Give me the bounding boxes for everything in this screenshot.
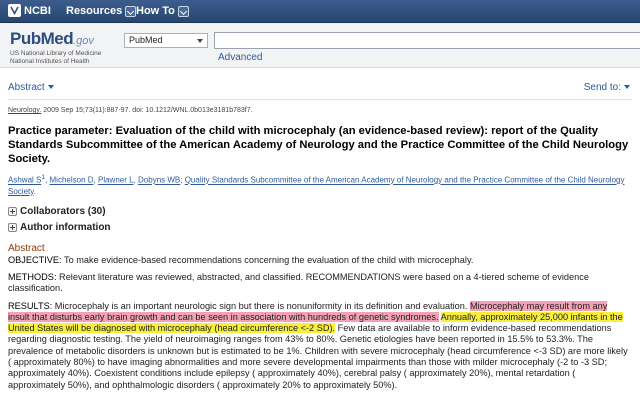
divider [8, 99, 632, 100]
objective-label: OBJECTIVE: [8, 254, 62, 265]
author-information-label: Author information [20, 221, 111, 233]
search-header: PubMed.gov US National Library of Medici… [0, 23, 640, 68]
send-to-dropdown[interactable]: Send to: [584, 82, 630, 93]
pubmed-logo[interactable]: PubMed.gov US National Library of Medici… [10, 29, 101, 65]
article-title: Practice parameter: Evaluation of the ch… [8, 125, 629, 165]
collaborators-toggle[interactable]: Collaborators (30) [8, 206, 630, 217]
objective-text: To make evidence-based recommendations c… [61, 254, 474, 265]
objective-paragraph: OBJECTIVE: To make evidence-based recomm… [8, 255, 630, 266]
citation-details: 2009 Sep 15;73(11):887-97. doi: 10.1212/… [41, 107, 253, 114]
expand-plus-icon [8, 222, 17, 232]
nih-label: National Institutes of Health [10, 58, 90, 65]
article-content: Neurology. 2009 Sep 15;73(11):887-97. do… [8, 107, 630, 391]
chevron-down-icon [47, 85, 54, 89]
author-link[interactable]: Dobyns WB [138, 176, 180, 185]
citation-line: Neurology. 2009 Sep 15;73(11):887-97. do… [8, 107, 630, 114]
ncbi-logo-icon [8, 4, 21, 17]
search-input[interactable] [214, 32, 640, 49]
advanced-search-link[interactable]: Advanced [218, 52, 262, 63]
ncbi-top-bar: NCBI Resources How To [0, 0, 640, 23]
expand-plus-icon [8, 206, 17, 216]
chevron-down-icon [177, 5, 189, 17]
results-text: Microcephaly is an important neurologic … [52, 300, 470, 311]
author-affiliation-marker[interactable]: 1 [41, 174, 45, 181]
results-label: RESULTS: [8, 300, 53, 311]
journal-link[interactable]: Neurology. [8, 107, 41, 114]
ncbi-brand: NCBI [24, 4, 51, 17]
results-text: Few data are available to inform evidenc… [8, 323, 628, 390]
pubmed-logo-word: PubMed [10, 29, 74, 48]
ncbi-home-link[interactable]: NCBI [8, 4, 51, 17]
dropdown-arrow-icon [197, 39, 203, 43]
how-to-menu-label: How To [136, 5, 175, 17]
format-dropdown[interactable]: Abstract [8, 82, 54, 93]
send-to-label: Send to: [583, 82, 621, 93]
methods-text: Relevant literature was reviewed, abstra… [8, 271, 589, 294]
database-select[interactable]: PubMed [124, 33, 208, 48]
format-dropdown-label: Abstract [8, 82, 45, 93]
author-link[interactable]: Plawner L [98, 176, 134, 185]
results-paragraph: RESULTS: Microcephaly is an important ne… [8, 300, 630, 391]
author-information-toggle[interactable]: Author information [8, 222, 630, 233]
author-link[interactable]: Ashwal S [8, 176, 41, 185]
resources-menu-label: Resources [66, 5, 123, 17]
how-to-menu[interactable]: How To [136, 5, 189, 17]
author-link[interactable]: Michelson D [50, 176, 94, 185]
nlm-label: US National Library of Medicine [10, 50, 102, 57]
pubmed-logo-gov: .gov [73, 35, 94, 47]
methods-paragraph: METHODS: Relevant literature was reviewe… [8, 272, 630, 295]
database-select-value: PubMed [129, 35, 163, 45]
abstract-heading: Abstract [8, 242, 45, 254]
resources-menu[interactable]: Resources [66, 5, 137, 17]
collaborators-label: Collaborators (30) [20, 205, 106, 217]
chevron-down-icon [624, 85, 630, 89]
author-list: Ashwal S1, Michelson D, Plawner L, Dobyn… [8, 174, 625, 196]
methods-label: METHODS: [8, 271, 57, 282]
chevron-down-icon [125, 5, 137, 17]
